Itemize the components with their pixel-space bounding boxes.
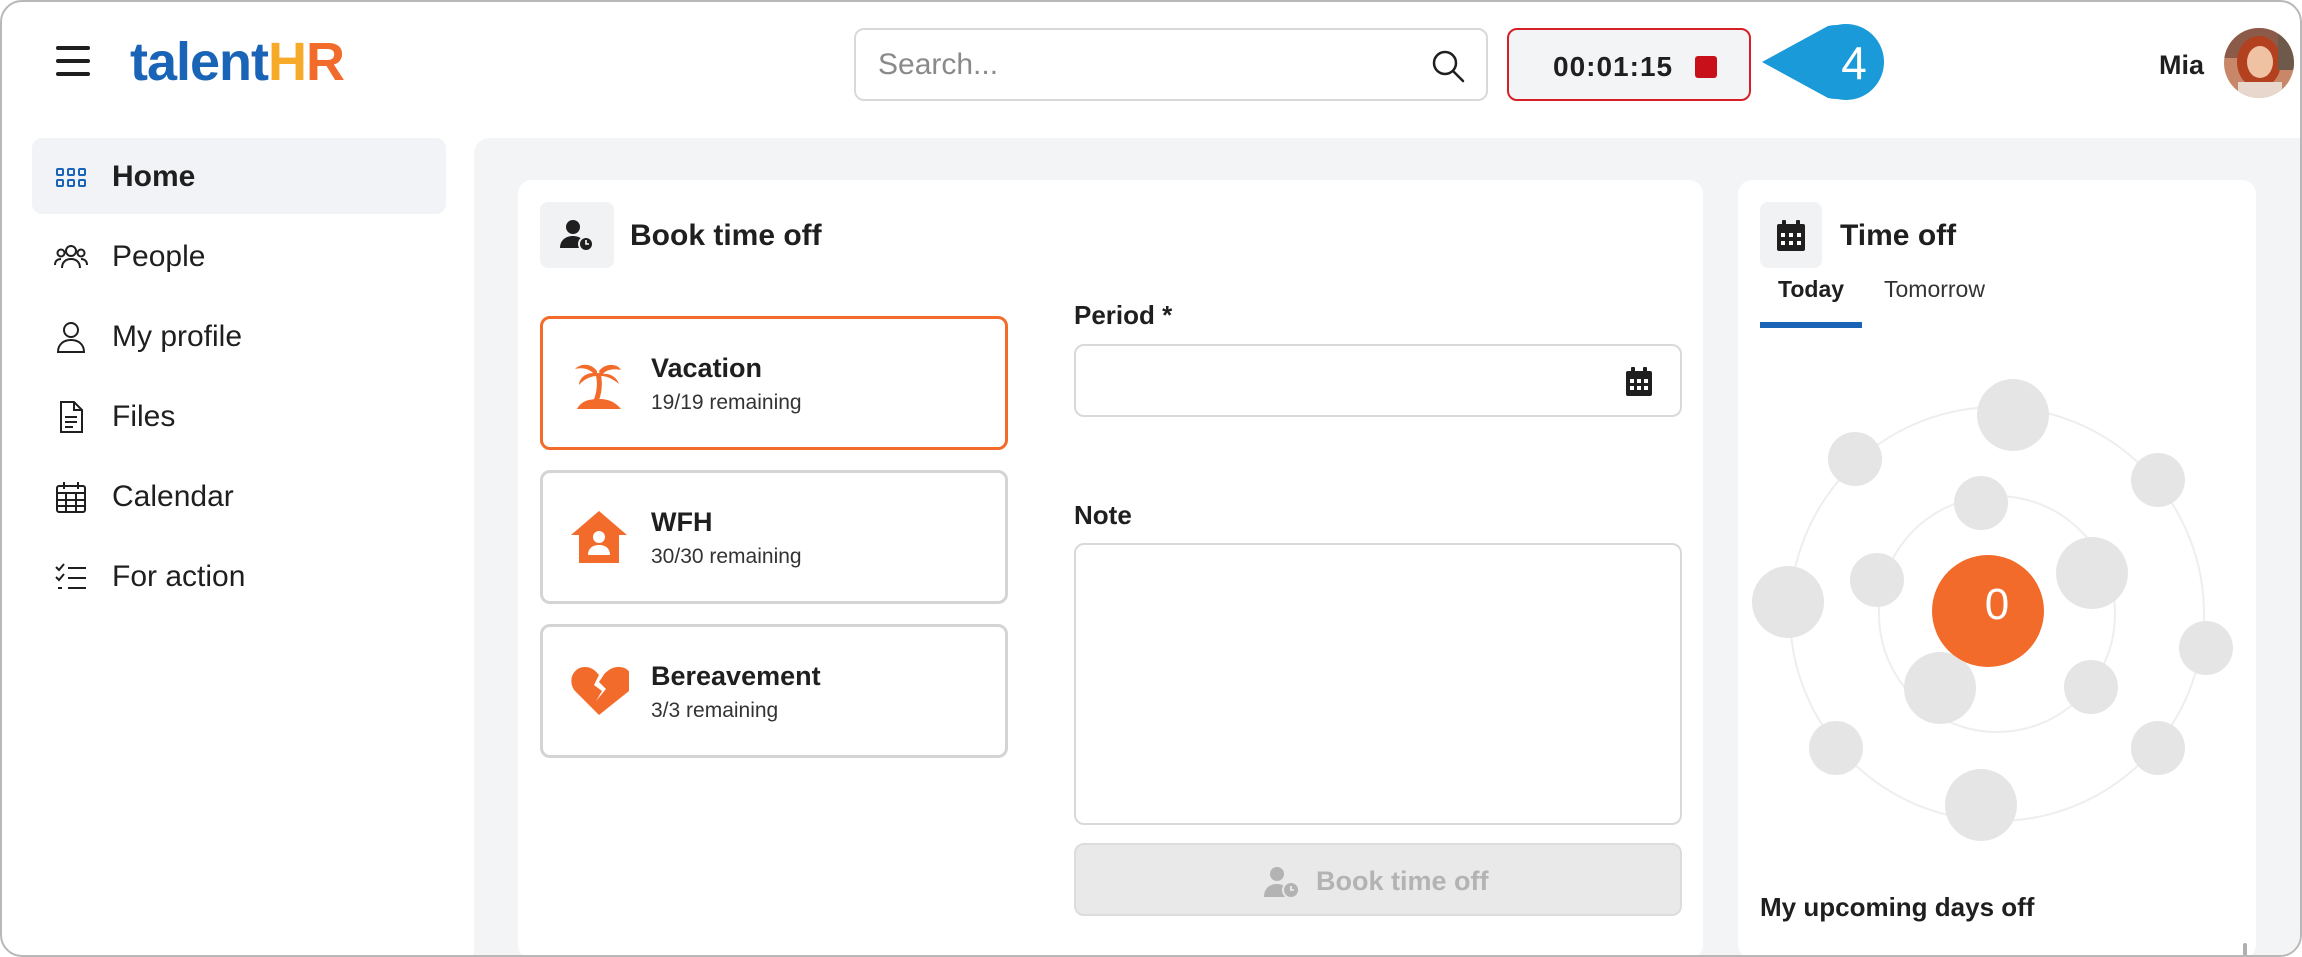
upcoming-heading: My upcoming days off — [1760, 892, 2035, 922]
file-icon — [60, 401, 83, 433]
sidebar-item-for-action[interactable]: For action — [32, 538, 446, 614]
logo-text-r: R — [306, 32, 345, 92]
sidebar-item-label: My profile — [112, 320, 243, 353]
leave-remaining: 3/3 remaining — [651, 699, 779, 722]
sidebar: Home People My profile Files Calendar Fo… — [32, 138, 446, 618]
calendar-icon — [1777, 220, 1805, 251]
book-time-off-button[interactable]: Book time off — [1074, 843, 1682, 916]
tab-today[interactable]: Today — [1778, 276, 1844, 326]
house-user-icon — [571, 511, 627, 563]
day-tabs: Today Tomorrow — [1760, 276, 2060, 328]
avatar[interactable] — [2224, 28, 2294, 98]
sidebar-item-label: People — [112, 240, 206, 273]
note-label: Note — [1074, 500, 1132, 530]
period-field[interactable] — [1074, 344, 1682, 417]
active-tab-indicator — [1760, 322, 1862, 328]
leave-remaining: 19/19 remaining — [651, 391, 802, 414]
sidebar-item-label: Files — [112, 400, 176, 433]
logo-text-h: H — [268, 32, 307, 92]
logo-text-talent: talent — [130, 32, 269, 92]
checklist-icon — [55, 563, 86, 589]
sidebar-item-calendar[interactable]: Calendar — [32, 458, 446, 534]
card-title: Time off — [1840, 219, 1957, 252]
time-off-card: Time off Today Tomorrow 0 My upcoming da… — [1738, 180, 2256, 955]
leave-remaining: 30/30 remaining — [651, 545, 802, 568]
user-clock-icon — [1264, 867, 1300, 899]
sidebar-item-label: Home — [112, 160, 196, 193]
callout-number: 4 — [1841, 37, 1867, 89]
book-button-label: Book time off — [1316, 866, 1489, 896]
leave-type-wfh[interactable]: WFH 30/30 remaining — [540, 470, 1008, 604]
grid-icon — [56, 168, 86, 187]
scrollbar[interactable] — [2243, 943, 2247, 955]
calendar-icon[interactable] — [1624, 366, 1654, 398]
book-time-off-card: Book time off Vacation 19/19 remaining W… — [518, 180, 1703, 955]
broken-heart-icon — [571, 667, 629, 715]
leave-name: WFH — [651, 507, 713, 537]
sidebar-item-label: For action — [112, 560, 246, 593]
sidebar-item-files[interactable]: Files — [32, 378, 446, 454]
leave-type-vacation[interactable]: Vacation 19/19 remaining — [540, 316, 1008, 450]
card-header-icon-box — [540, 202, 614, 268]
off-today-count: 0 — [1984, 580, 2010, 629]
tab-tomorrow[interactable]: Tomorrow — [1884, 276, 1985, 326]
period-label: Period * — [1074, 300, 1173, 330]
calendar-icon — [56, 482, 86, 513]
step-callout: 4 — [1762, 22, 1886, 102]
avatar-photo-icon — [2224, 28, 2294, 98]
user-clock-icon — [560, 220, 594, 252]
user-name[interactable]: Mia — [2159, 50, 2204, 81]
leave-name: Vacation — [651, 353, 763, 383]
card-title: Book time off — [630, 219, 822, 252]
time-tracker[interactable]: 00:01:15 — [1507, 28, 1751, 101]
app-window: talentHR 00:01:15 4 Mia — [0, 0, 2302, 957]
sidebar-item-people[interactable]: People — [32, 218, 446, 294]
leave-type-bereavement[interactable]: Bereavement 3/3 remaining — [540, 624, 1008, 758]
leave-name: Bereavement — [651, 661, 821, 691]
sidebar-item-home[interactable]: Home — [32, 138, 446, 214]
search-icon[interactable] — [1430, 48, 1466, 84]
sidebar-item-label: Calendar — [112, 480, 234, 513]
search-input[interactable] — [878, 42, 1378, 88]
user-icon — [56, 322, 86, 353]
search-box — [854, 28, 1488, 101]
timer-display: 00:01:15 — [1553, 51, 1674, 82]
palm-tree-icon — [575, 364, 621, 409]
sidebar-item-my-profile[interactable]: My profile — [32, 298, 446, 374]
card-header-icon-box — [1760, 202, 1822, 268]
stop-icon[interactable] — [1695, 56, 1717, 78]
menu-icon[interactable] — [56, 46, 90, 76]
note-textarea[interactable] — [1074, 543, 1682, 825]
people-icon — [54, 245, 88, 269]
app-logo[interactable]: talentHR — [130, 32, 345, 92]
